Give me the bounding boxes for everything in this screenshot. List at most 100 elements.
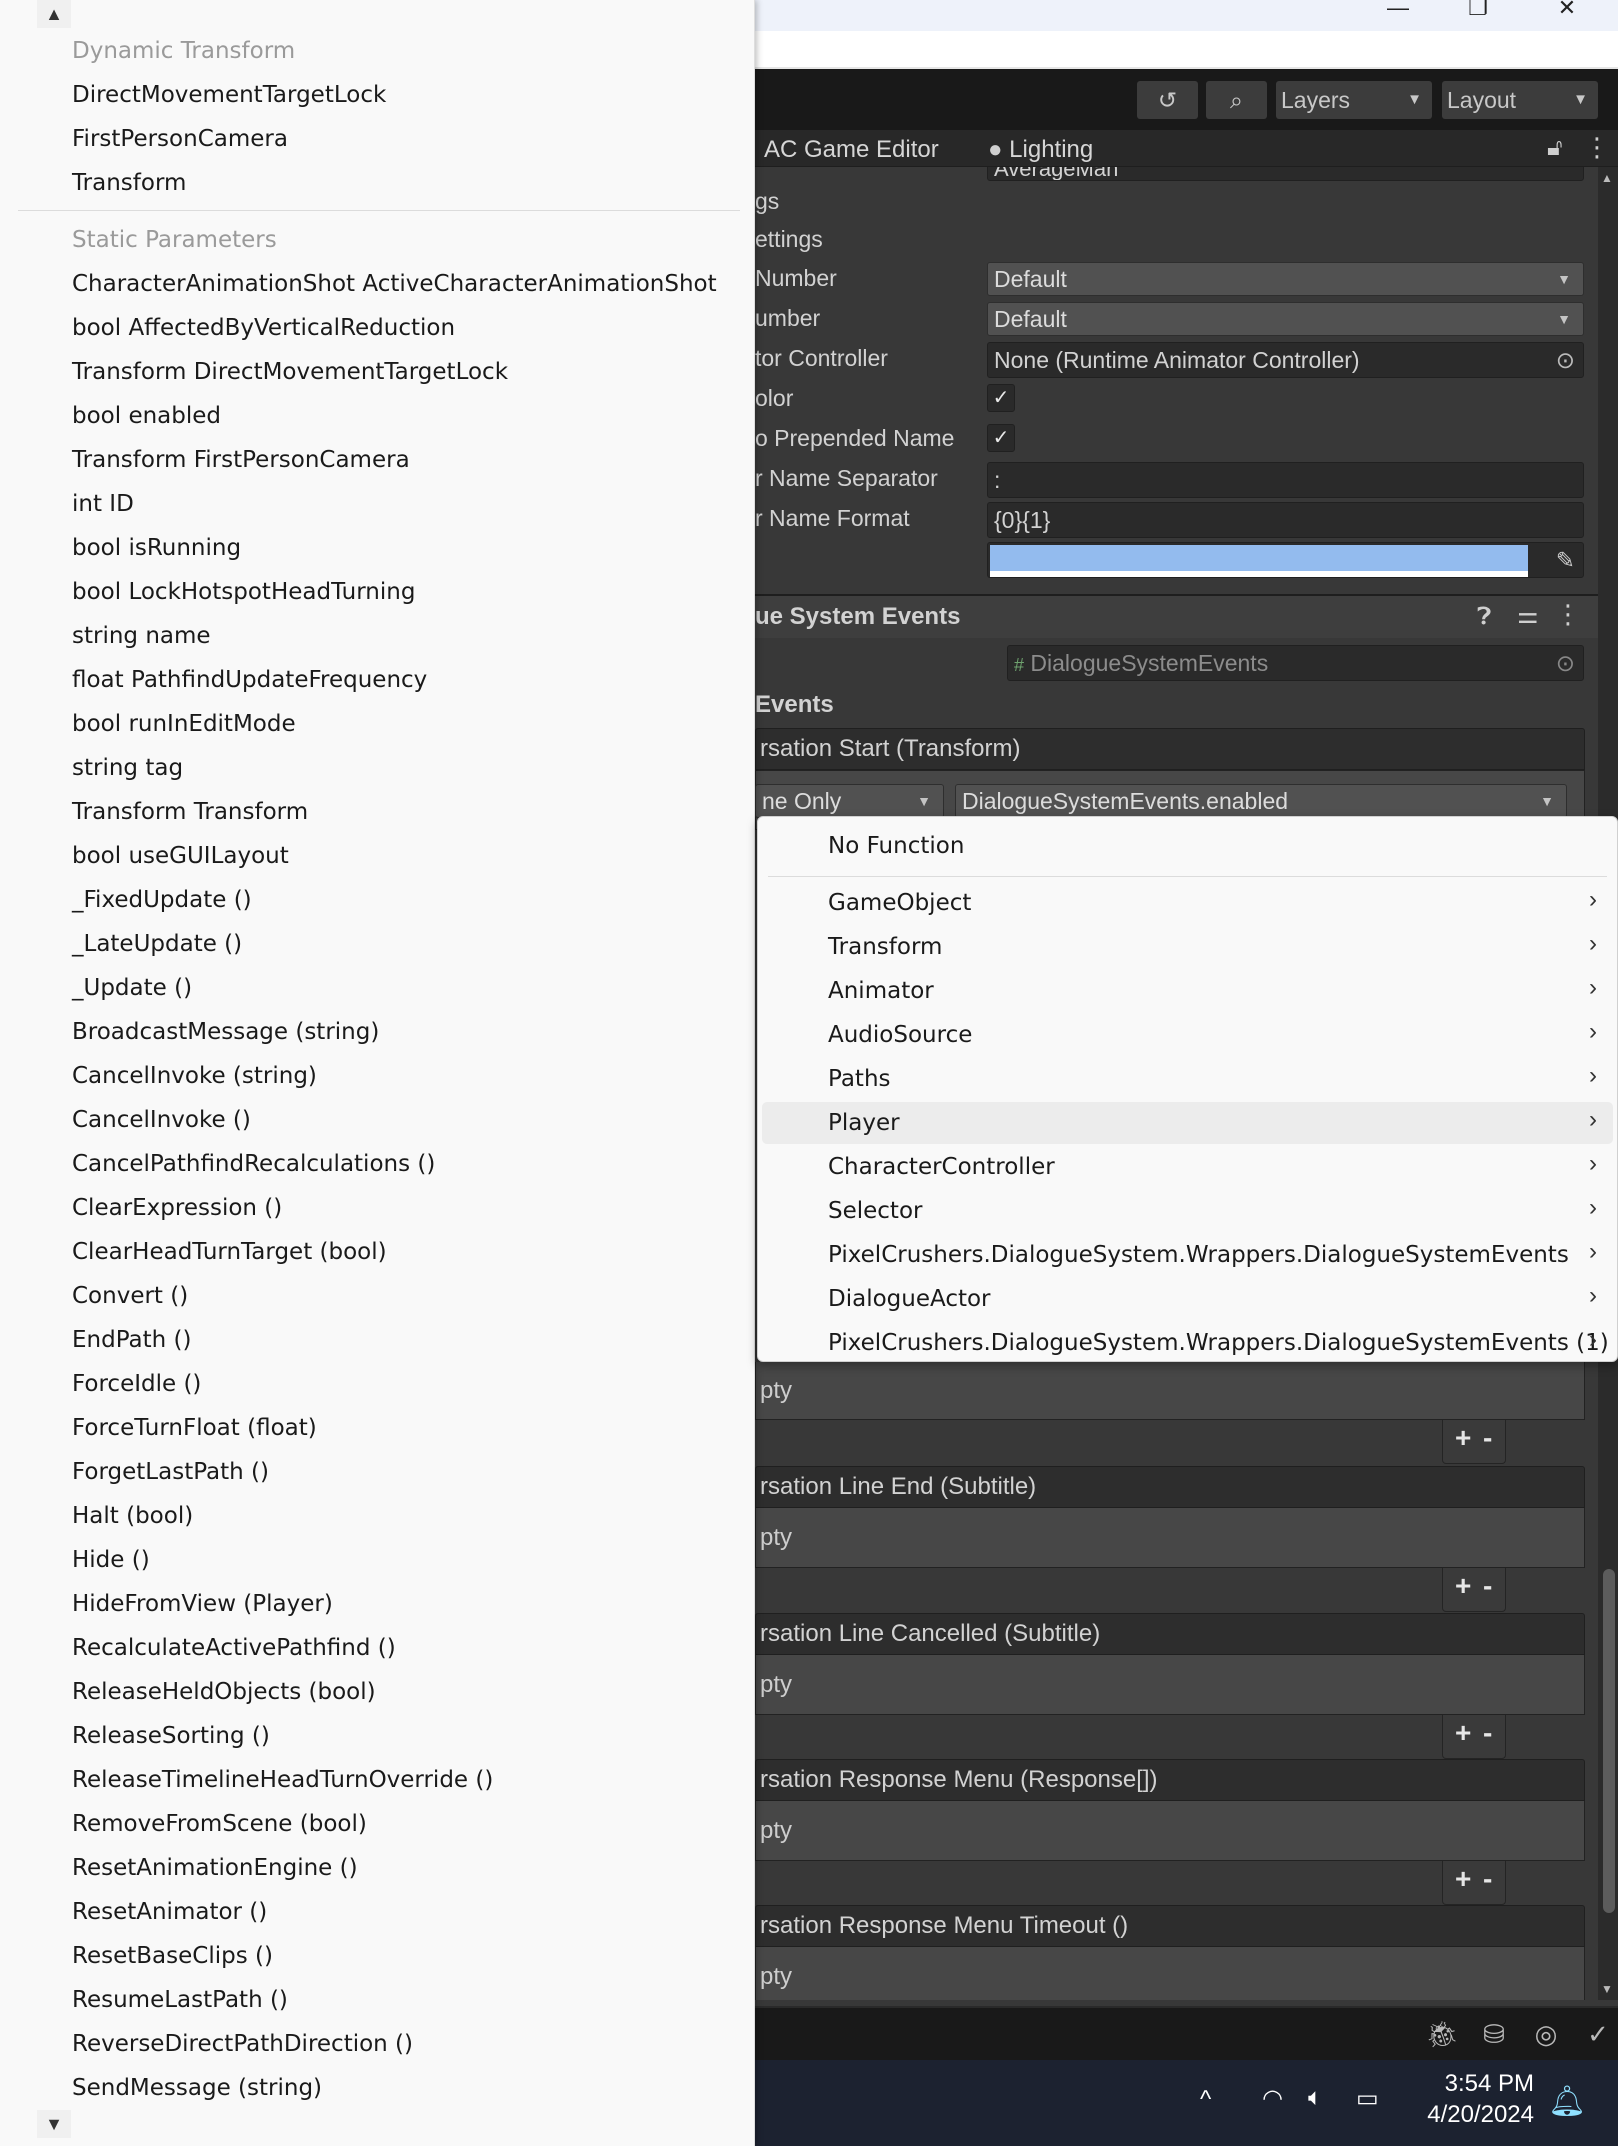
menu-item[interactable]: CancelPathfindRecalculations () — [72, 1149, 435, 1179]
menu-item[interactable]: DirectMovementTargetLock — [72, 80, 386, 110]
menu-item[interactable]: ReverseDirectPathDirection () — [72, 2029, 413, 2059]
add-button[interactable]: + — [1455, 1863, 1471, 1895]
menu-item[interactable]: EndPath () — [72, 1325, 192, 1355]
restore-button[interactable]: ❐ — [1448, 0, 1508, 22]
menu-item[interactable]: Player › — [762, 1102, 1613, 1144]
menu-item[interactable]: Selector › — [762, 1190, 1613, 1232]
object-picker-icon[interactable]: ⊙ — [1556, 343, 1575, 377]
wifi-icon[interactable]: ◠ — [1262, 2084, 1283, 2113]
name-separator-input[interactable]: : — [987, 462, 1584, 498]
remove-button[interactable]: - — [1483, 1422, 1492, 1454]
menu-item[interactable]: ClearHeadTurnTarget (bool) — [72, 1237, 387, 1267]
menu-item[interactable]: ResetAnimationEngine () — [72, 1853, 358, 1883]
menu-item[interactable]: ResumeLastPath () — [72, 1985, 288, 2015]
scroll-up-button[interactable]: ▲ — [37, 0, 71, 28]
clock-date[interactable]: 4/20/2024 — [1418, 2101, 1534, 2129]
function-dropdown[interactable]: DialogueSystemEvents.enabled ▼ — [955, 784, 1567, 818]
menu-item[interactable]: RecalculateActivePathfind () — [72, 1633, 396, 1663]
menu-item[interactable]: SendMessage (string) — [72, 2073, 322, 2103]
presets-icon[interactable]: ⚌ — [1517, 601, 1539, 630]
menu-item[interactable]: _FixedUpdate () — [72, 885, 252, 915]
more-icon[interactable]: ⋮ — [1584, 132, 1610, 163]
menu-item[interactable]: ForgetLastPath () — [72, 1457, 269, 1487]
menu-item[interactable]: ResetAnimator () — [72, 1897, 267, 1927]
scroll-down-icon[interactable]: ▼ — [1601, 1982, 1613, 1996]
clock-time[interactable]: 3:54 PM — [1442, 2070, 1534, 2098]
remove-button[interactable]: - — [1483, 1570, 1492, 1602]
menu-item[interactable]: FirstPersonCamera — [72, 124, 288, 154]
tray-overflow-icon[interactable]: ^ — [1200, 2086, 1211, 2114]
menu-item[interactable]: int ID — [72, 489, 134, 519]
lock-icon[interactable]: 🔓︎ — [1547, 134, 1563, 162]
menu-item[interactable]: bool useGUILayout — [72, 841, 289, 871]
menu-item[interactable]: CharacterAnimationShot ActiveCharacterAn… — [72, 269, 717, 299]
menu-item[interactable]: PixelCrushers.DialogueSystem.Wrappers.Di… — [762, 1234, 1613, 1276]
menu-item-no-function[interactable]: No Function — [762, 825, 1613, 867]
volume-icon[interactable]: 🔈︎ — [1308, 2084, 1322, 2112]
menu-item[interactable]: RemoveFromScene (bool) — [72, 1809, 367, 1839]
menu-item[interactable]: CancelInvoke () — [72, 1105, 251, 1135]
battery-icon[interactable]: ▭ — [1356, 2084, 1379, 2113]
avatar-field[interactable]: AverageMan — [987, 167, 1584, 181]
menu-item[interactable]: GameObject › — [762, 882, 1613, 924]
color-field[interactable]: ✎ — [987, 542, 1584, 578]
layers-dropdown[interactable]: Layers ▼ — [1276, 81, 1432, 119]
number-dropdown-2[interactable]: Default ▼ — [987, 302, 1584, 336]
menu-item[interactable]: ReleaseHeldObjects (bool) — [72, 1677, 376, 1707]
tab-ac-game-editor[interactable]: AC Game Editor — [764, 133, 939, 167]
cache-off-icon[interactable]: ⛁ — [1472, 2012, 1516, 2056]
menu-item[interactable]: string tag — [72, 753, 183, 783]
menu-item[interactable]: ResetBaseClips () — [72, 1941, 273, 1971]
menu-item[interactable]: Paths › — [762, 1058, 1613, 1100]
menu-item[interactable]: DialogueActor › — [762, 1278, 1613, 1320]
scroll-down-button[interactable]: ▼ — [37, 2110, 71, 2138]
menu-item[interactable]: ClearExpression () — [72, 1193, 282, 1223]
help-icon[interactable]: ❓︎ — [1477, 603, 1491, 631]
add-button[interactable]: + — [1455, 1422, 1471, 1454]
remove-button[interactable]: - — [1483, 1863, 1492, 1895]
menu-item[interactable]: AudioSource › — [762, 1014, 1613, 1056]
name-format-input[interactable]: {0}{1} — [987, 502, 1584, 538]
menu-item[interactable]: Hide () — [72, 1545, 150, 1575]
more-icon[interactable]: ⋮ — [1555, 599, 1581, 630]
menu-item[interactable]: HideFromView (Player) — [72, 1589, 333, 1619]
history-button[interactable]: ↺ — [1137, 81, 1198, 119]
menu-item[interactable]: ForceTurnFloat (float) — [72, 1413, 317, 1443]
add-button[interactable]: + — [1455, 1570, 1471, 1602]
color-swatch[interactable] — [990, 545, 1528, 571]
menu-item[interactable]: PixelCrushers.DialogueSystem.Wrappers.Di… — [762, 1322, 1613, 1364]
prepended-name-checkbox[interactable]: ✓ — [987, 424, 1015, 452]
check-circle-icon[interactable]: ✓ — [1576, 2012, 1618, 2056]
scroll-up-icon[interactable]: ▲ — [1601, 171, 1613, 185]
debug-off-icon[interactable]: 🐞︎ — [1420, 2012, 1464, 2056]
menu-item[interactable]: Animator › — [762, 970, 1613, 1012]
menu-item[interactable]: Transform › — [762, 926, 1613, 968]
tab-lighting[interactable]: ● Lighting — [988, 133, 1093, 167]
menu-item[interactable]: Convert () — [72, 1281, 188, 1311]
search-button[interactable]: ⌕ — [1206, 81, 1267, 119]
animator-controller-field[interactable]: None (Runtime Animator Controller) ⊙ — [987, 342, 1584, 378]
menu-item[interactable]: ReleaseSorting () — [72, 1721, 270, 1751]
menu-item[interactable]: ReleaseTimelineHeadTurnOverride () — [72, 1765, 493, 1795]
lighting-auto-icon[interactable]: ◎ — [1524, 2012, 1568, 2056]
menu-item[interactable]: CharacterController › — [762, 1146, 1613, 1188]
menu-item[interactable]: ForceIdle () — [72, 1369, 201, 1399]
notification-bell-icon[interactable]: 🔔︎ — [1548, 2084, 1586, 2119]
menu-item[interactable]: Transform DirectMovementTargetLock — [72, 357, 508, 387]
menu-item[interactable]: bool isRunning — [72, 533, 241, 563]
scrollbar-thumb[interactable] — [1603, 1569, 1615, 1913]
color-checkbox[interactable]: ✓ — [987, 384, 1015, 412]
menu-item[interactable]: Transform FirstPersonCamera — [72, 445, 410, 475]
menu-item[interactable]: _Update () — [72, 973, 192, 1003]
menu-item[interactable]: Transform — [72, 168, 186, 198]
runtime-dropdown[interactable]: ne Only ▼ — [755, 784, 944, 818]
layout-dropdown[interactable]: Layout ▼ — [1442, 81, 1598, 119]
menu-item[interactable]: Transform Transform — [72, 797, 308, 827]
remove-button[interactable]: - — [1483, 1717, 1492, 1749]
minimize-button[interactable]: — — [1368, 0, 1428, 22]
menu-item[interactable]: bool LockHotspotHeadTurning — [72, 577, 415, 607]
menu-item[interactable]: _LateUpdate () — [72, 929, 242, 959]
menu-item[interactable]: float PathfindUpdateFrequency — [72, 665, 427, 695]
menu-item[interactable]: bool AffectedByVerticalReduction — [72, 313, 455, 343]
menu-item[interactable]: bool enabled — [72, 401, 221, 431]
